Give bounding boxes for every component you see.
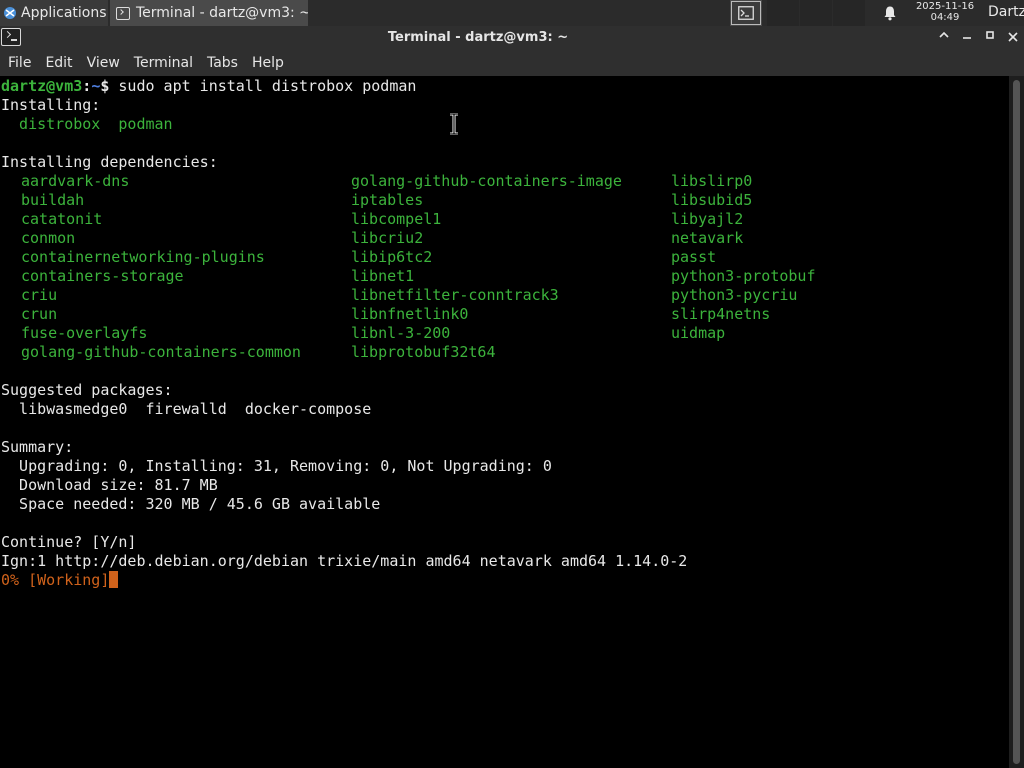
taskbar-terminal-label: Terminal - dartz@vm3: ~ (136, 5, 308, 21)
terminal-scrollbar[interactable] (1009, 76, 1024, 768)
summary-counts: Upgrading: 0, Installing: 31, Removing: … (1, 457, 552, 475)
dependency-package: buildah (21, 191, 85, 209)
workspace-3[interactable] (800, 0, 832, 26)
dependency-package: libnl-3-200 (351, 324, 451, 342)
dependency-package: containernetworking-plugins (21, 248, 265, 266)
dependencies-header: Installing dependencies: (1, 153, 218, 171)
menu-view[interactable]: View (79, 55, 120, 71)
continue-prompt: Continue? [Y/n] (1, 533, 137, 551)
dependency-package: libslirp0 (671, 172, 753, 190)
workspace-terminal-icon (731, 1, 761, 25)
clock-time: 04:49 (930, 12, 960, 23)
dependency-package: uidmap (671, 324, 726, 342)
workspace-1[interactable] (730, 0, 762, 26)
dependency-package: python3-protobuf (671, 267, 816, 285)
dependency-package: iptables (351, 191, 424, 209)
taskbar-terminal-button[interactable]: Terminal - dartz@vm3: ~ (110, 0, 308, 26)
dependency-package: libsubid5 (671, 191, 753, 209)
summary-header: Summary: (1, 438, 74, 456)
dependency-package: libyajl2 (671, 210, 744, 228)
roll-up-button[interactable] (935, 29, 953, 47)
close-button[interactable] (1004, 29, 1022, 47)
minimize-button[interactable] (958, 29, 976, 47)
dependency-package: fuse-overlayfs (21, 324, 148, 342)
clock-date: 2025-11-16 (915, 1, 975, 12)
suggested-packages: libwasmedge0 firewalld docker-compose (1, 400, 372, 418)
prompt-user: dartz@vm3 (1, 77, 83, 95)
window-title: Terminal - dartz@vm3: ~ (387, 30, 569, 45)
clock[interactable]: 2025-11-16 04:49 (908, 1, 982, 23)
dependency-package: netavark (671, 229, 744, 247)
applications-menu-button[interactable]: Applications ≡ (0, 0, 108, 26)
workspace-4[interactable] (833, 0, 865, 26)
minimize-icon (963, 37, 971, 39)
notification-bell-icon[interactable] (882, 5, 898, 21)
terminal-icon (116, 6, 130, 20)
menu-terminal[interactable]: Terminal (126, 55, 193, 71)
workspace-2[interactable] (767, 0, 799, 26)
installing-header: Installing: (1, 96, 101, 114)
dependency-package: libip6tc2 (351, 248, 433, 266)
menu-help[interactable]: Help (244, 55, 284, 71)
dependency-package: slirp4netns (671, 305, 771, 323)
summary-download-size: Download size: 81.7 MB (1, 476, 218, 494)
menu-tabs[interactable]: Tabs (199, 55, 238, 71)
dependency-package: aardvark-dns (21, 172, 130, 190)
dependency-package: libprotobuf32t64 (351, 343, 496, 361)
dependency-package: golang-github-containers-image (351, 172, 622, 190)
dependency-package: golang-github-containers-common (21, 343, 301, 361)
prompt-separator: : (82, 77, 92, 95)
maximize-icon (986, 31, 994, 39)
command-line: dartz@vm3:~$ sudo apt install distrobox … (1, 77, 416, 96)
dependency-package: libnfnetlink0 (351, 305, 469, 323)
menu-edit[interactable]: Edit (37, 55, 72, 71)
ibeam-cursor-icon (450, 113, 458, 135)
terminal-output[interactable]: dartz@vm3:~$ sudo apt install distrobox … (0, 76, 1009, 768)
scrollbar-thumb[interactable] (1013, 80, 1020, 764)
dependency-package: criu (21, 286, 58, 304)
dependency-package: libnetfilter-conntrack3 (351, 286, 559, 304)
window-titlebar[interactable]: Terminal - dartz@vm3: ~ (0, 26, 1024, 50)
dependency-package: libnet1 (351, 267, 415, 285)
xfce-logo-icon (4, 7, 16, 19)
suggested-header: Suggested packages: (1, 381, 173, 399)
dependency-package: libcompel1 (351, 210, 442, 228)
dependency-package: crun (21, 305, 58, 323)
command-text: sudo apt install distrobox podman (109, 77, 417, 95)
text-cursor (109, 571, 119, 588)
menu-file[interactable]: File (0, 55, 31, 71)
progress-line: 0% [Working] (1, 571, 119, 590)
dependency-package: containers-storage (21, 267, 184, 285)
dependency-package: passt (671, 248, 717, 266)
prompt-path: ~ (91, 77, 101, 95)
dependency-package: libcriu2 (351, 229, 424, 247)
maximize-button[interactable] (981, 29, 999, 47)
summary-space-needed: Space needed: 320 MB / 45.6 GB available (1, 495, 381, 513)
installing-packages: distrobox podman (1, 115, 173, 133)
dependency-package: python3-pycriu (671, 286, 798, 304)
close-icon (1008, 32, 1018, 42)
applications-label: Applications (21, 5, 107, 21)
dependency-package: conmon (21, 229, 76, 247)
chevron-up-icon (939, 31, 949, 38)
menubar: File Edit View Terminal Tabs Help (0, 50, 1024, 76)
user-menu[interactable]: Dartz (988, 4, 1024, 20)
top-panel: Applications ≡ Terminal - dartz@vm3: ~ 2… (0, 0, 1024, 26)
progress-text: 0% [Working] (1, 571, 110, 589)
dependency-package: catatonit (21, 210, 103, 228)
ign-line: Ign:1 http://deb.debian.org/debian trixi… (1, 552, 688, 570)
